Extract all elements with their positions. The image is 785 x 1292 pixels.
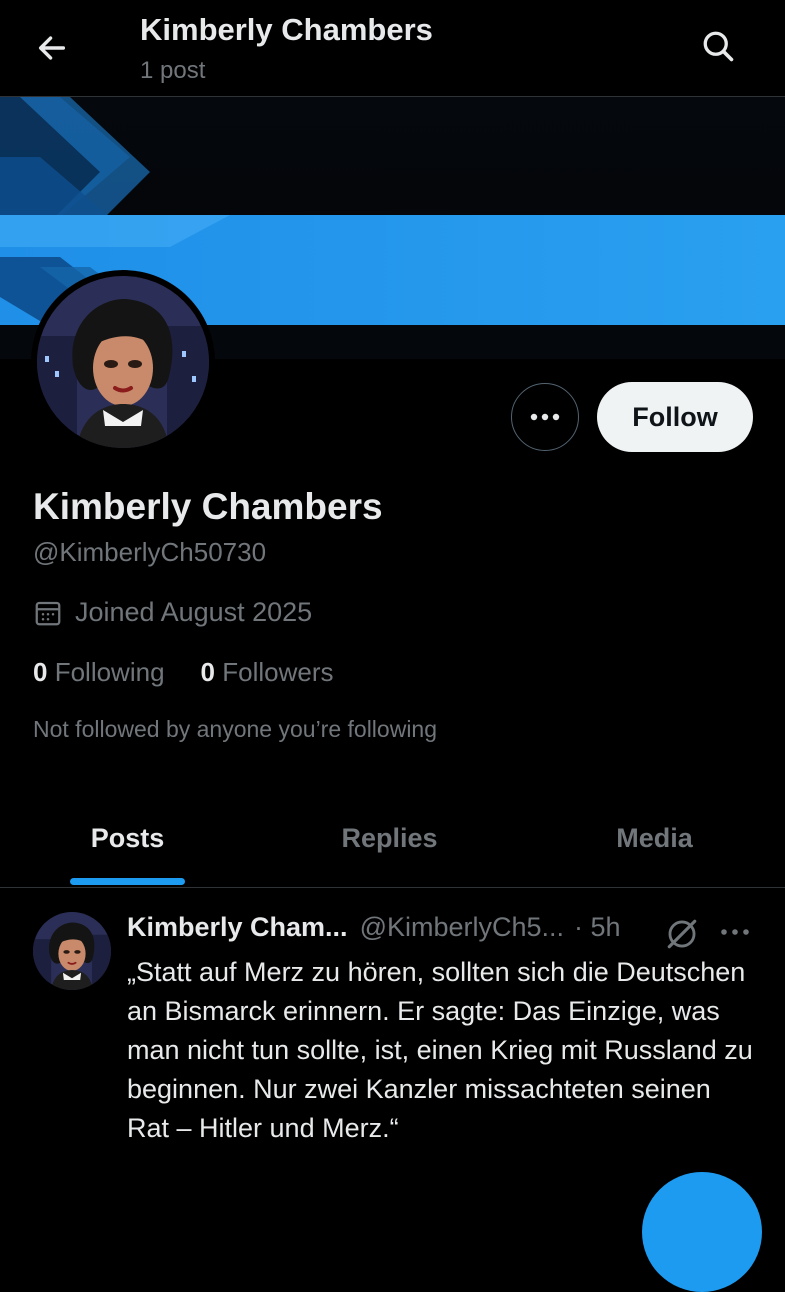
search-button[interactable] <box>696 24 740 68</box>
follow-button[interactable]: Follow <box>597 382 753 452</box>
post-author-avatar[interactable] <box>33 912 111 990</box>
post-item[interactable]: Kimberly Cham... @KimberlyCh5... · 5h „S… <box>0 889 785 1200</box>
profile-name: Kimberly Chambers <box>33 486 383 527</box>
header-post-count: 1 post <box>140 57 206 84</box>
tab-replies[interactable]: Replies <box>262 790 517 887</box>
tab-media[interactable]: Media <box>527 790 782 887</box>
profile-handle: @KimberlyCh50730 <box>33 537 267 567</box>
more-options-button[interactable] <box>511 383 579 451</box>
header-title: Kimberly Chambers <box>140 12 433 47</box>
followers-link[interactable]: 0 Followers <box>201 657 334 687</box>
compose-fab-button[interactable] <box>642 1172 762 1292</box>
profile-avatar[interactable] <box>31 270 215 454</box>
followers-count: 0 <box>200 657 215 687</box>
following-label: Following <box>54 657 165 687</box>
post-avatar-image <box>33 912 111 990</box>
arrow-left-icon <box>38 36 66 60</box>
avatar-image <box>37 276 209 448</box>
search-icon <box>703 31 734 62</box>
post-author-name[interactable]: Kimberly Cham... <box>127 912 348 943</box>
profile-tabs: Posts Replies Media <box>0 790 785 888</box>
joined-date: Joined August 2025 <box>33 597 312 628</box>
tab-posts[interactable]: Posts <box>0 790 255 887</box>
post-author-handle[interactable]: @KimberlyCh5... <box>360 912 564 943</box>
not-followed-notice: Not followed by anyone you’re following <box>33 716 438 742</box>
follow-stats: 0 Following 0 Followers <box>33 657 333 688</box>
post-header: Kimberly Cham... @KimberlyCh5... · 5h <box>127 912 621 943</box>
followers-label: Followers <box>222 657 334 687</box>
post-text: „Statt auf Merz zu hören, sollten sich d… <box>127 957 753 1143</box>
following-count: 0 <box>33 657 48 687</box>
grok-icon[interactable] <box>665 917 699 951</box>
post-more-icon[interactable] <box>720 917 750 947</box>
top-bar: Kimberly Chambers 1 post <box>0 0 785 97</box>
active-tab-indicator <box>70 878 185 885</box>
following-link[interactable]: 0 Following <box>33 657 165 687</box>
post-timestamp[interactable]: · 5h <box>574 912 621 943</box>
back-button[interactable] <box>30 26 74 70</box>
calendar-icon <box>35 601 61 625</box>
more-horizontal-icon <box>530 413 560 421</box>
joined-text: Joined August 2025 <box>75 597 313 627</box>
